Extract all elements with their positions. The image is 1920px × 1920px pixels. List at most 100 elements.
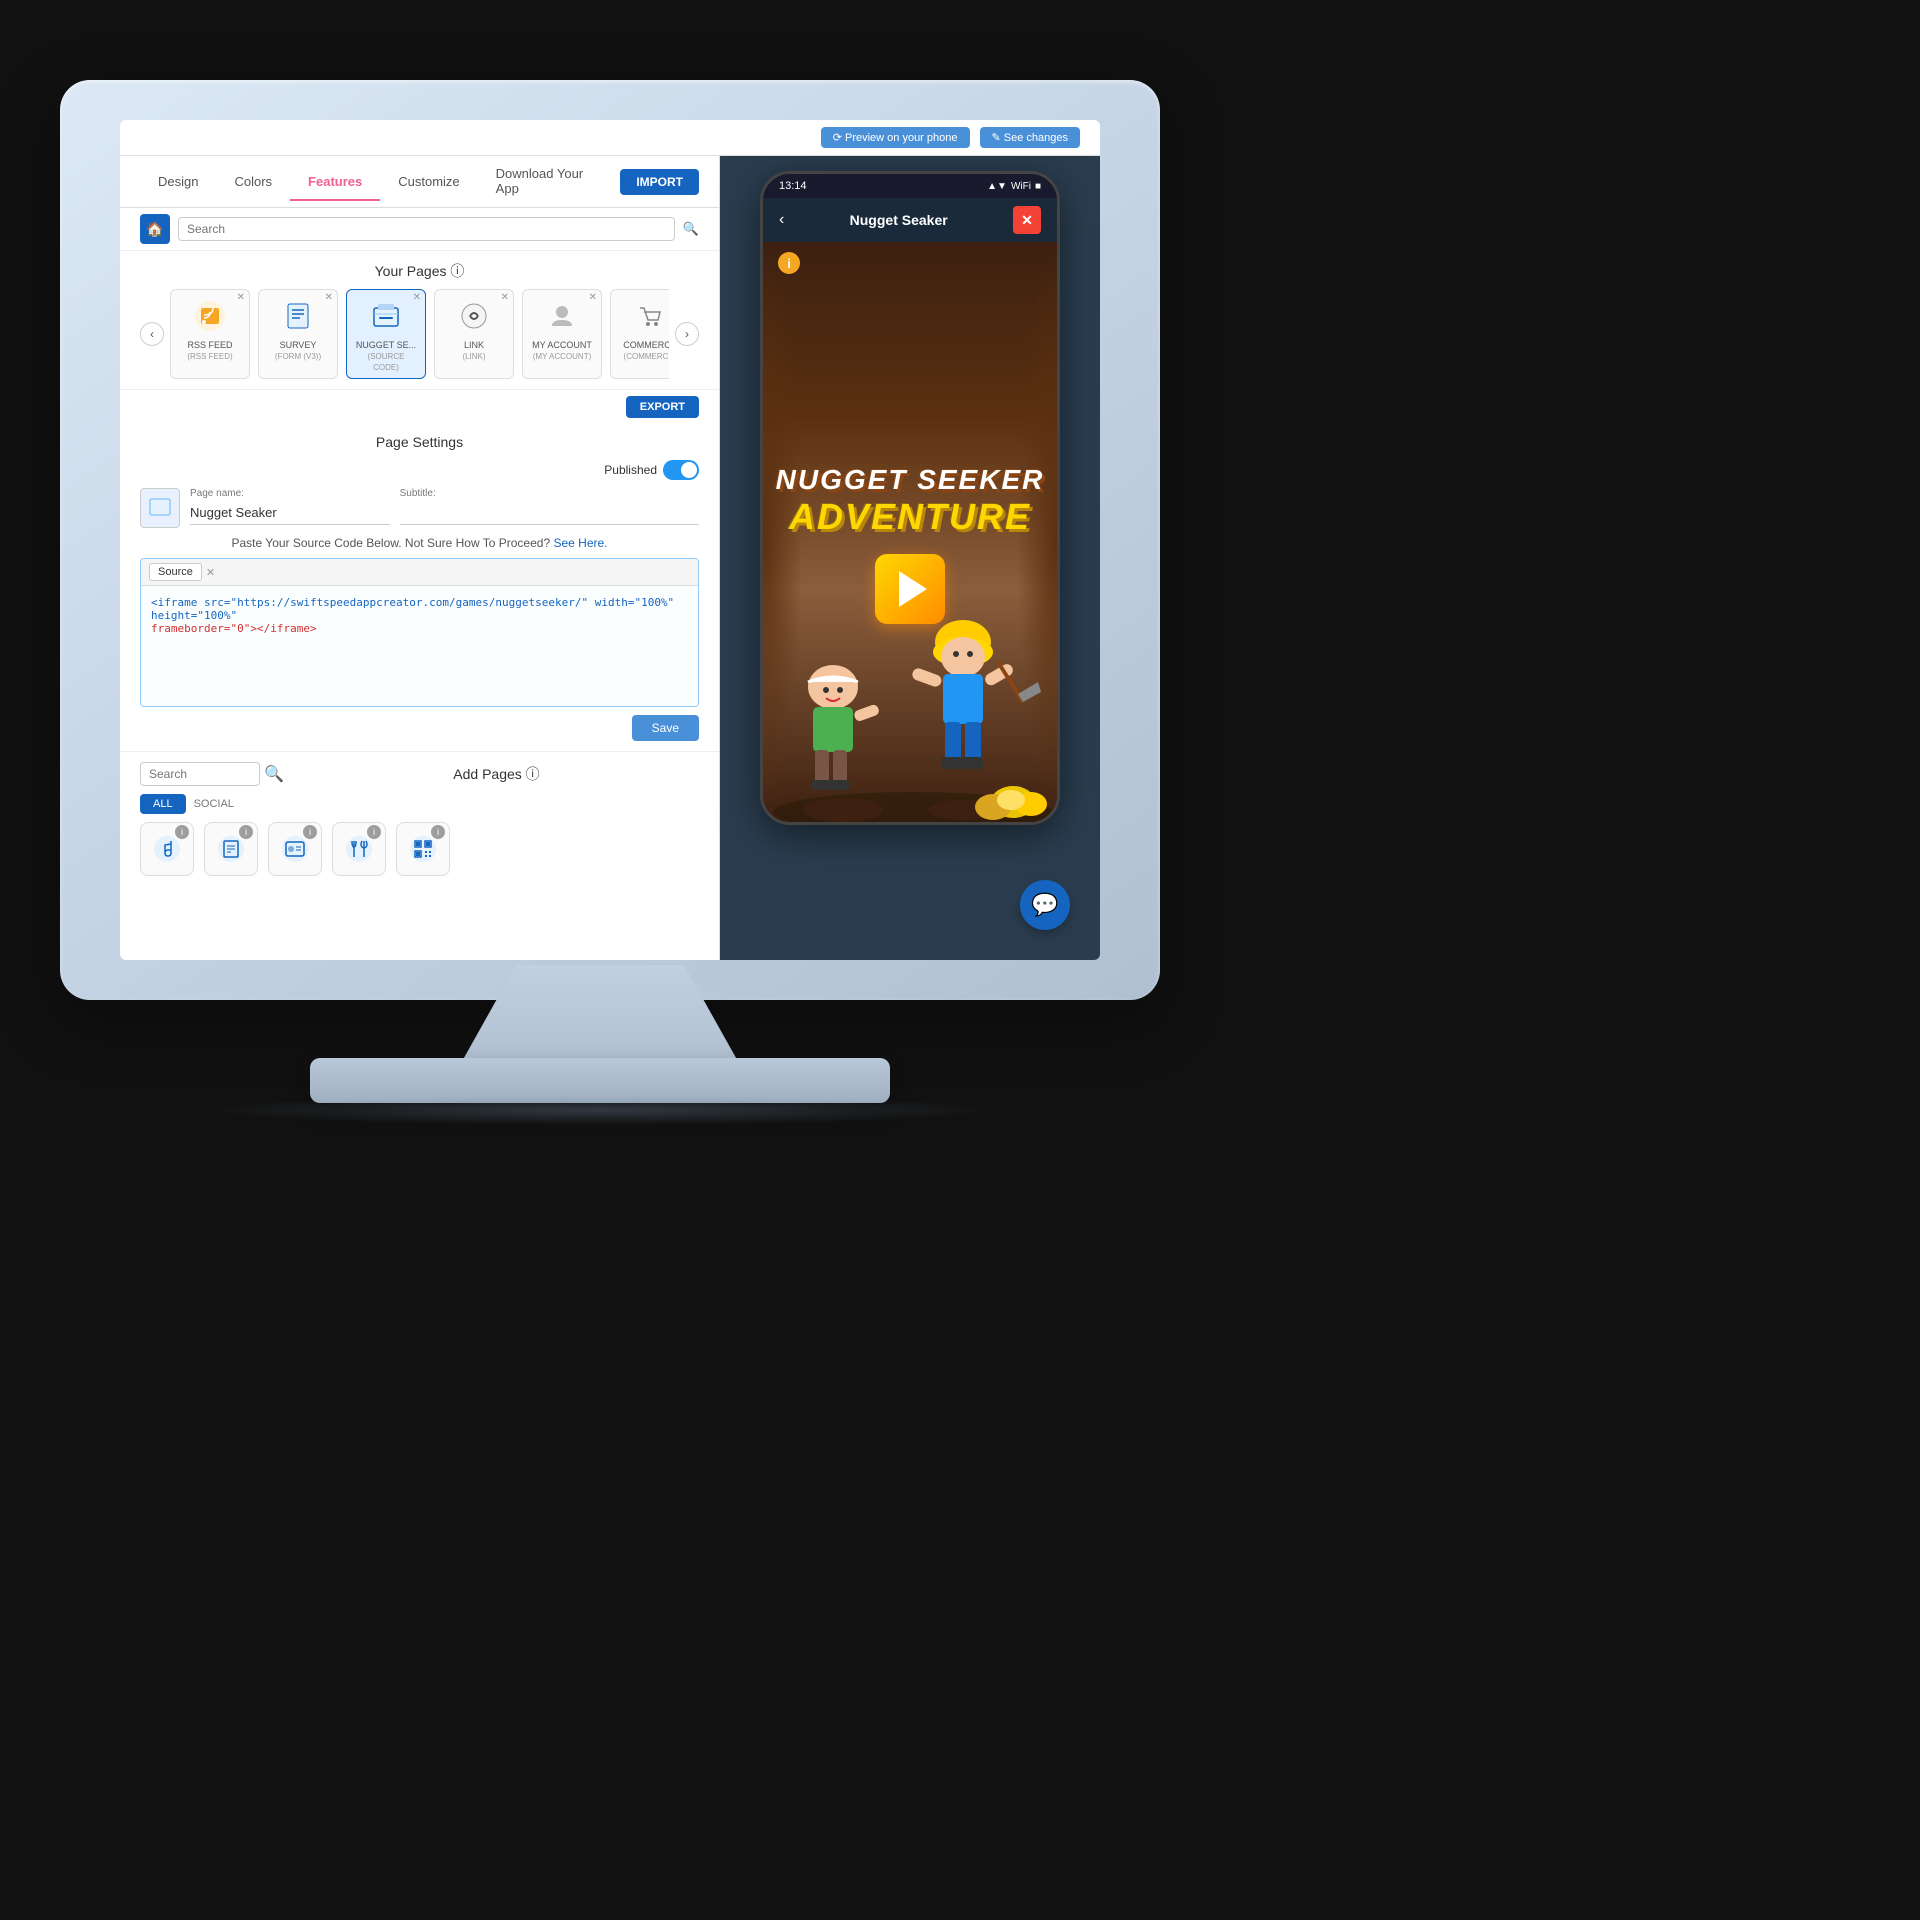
add-page-qr[interactable]: i — [396, 822, 450, 876]
source-tab[interactable]: Source — [149, 563, 202, 581]
filter-social-label: SOCIAL — [194, 798, 234, 810]
save-row: Save — [140, 715, 699, 741]
phone-game-area: i NUGGET SEEKER ADVENTURE — [763, 242, 1057, 822]
nav-tabs: Design Colors Features Customize Downloa… — [120, 156, 719, 208]
home-icon[interactable]: 🏠 — [140, 214, 170, 244]
page-name-input[interactable] — [190, 501, 390, 525]
add-page-music[interactable]: i — [140, 822, 194, 876]
add-pages-grid: i i — [140, 822, 699, 876]
filter-tabs: ALL SOCIAL — [140, 794, 699, 814]
page-close-link[interactable]: ✕ — [501, 292, 509, 303]
published-toggle[interactable] — [663, 460, 699, 480]
add-page-contact[interactable]: i — [268, 822, 322, 876]
page-item-account[interactable]: ✕ MY ACCOUNT(MY ACCOUNT) — [522, 289, 602, 379]
page-label-rss: RSS FEED(RSS FEED) — [187, 340, 232, 362]
game-info-icon: i — [778, 252, 800, 274]
add-pages-header: 🔍 Add Pages ⓘ — [140, 762, 699, 786]
phone-status-bar: 13:14 ▲▼ WiFi ■ — [763, 174, 1057, 198]
page-item-survey[interactable]: ✕ SURVEY(FORM (V3)) — [258, 289, 338, 379]
pages-carousel: ‹ ✕ RSS FEED(RSS FEED) — [140, 289, 699, 379]
signal-icon: ▲▼ — [987, 181, 1007, 192]
see-changes-button[interactable]: ✎ See changes — [980, 127, 1081, 148]
info-circle-icon[interactable]: i — [778, 252, 800, 274]
tab-colors[interactable]: Colors — [216, 164, 290, 201]
survey-icon — [278, 296, 318, 336]
page-close-nugget[interactable]: ✕ — [413, 292, 421, 303]
info-icon-contact: i — [303, 825, 317, 839]
see-here-link[interactable]: See Here. — [553, 536, 607, 550]
add-pages-title: Add Pages ⓘ — [294, 764, 699, 784]
import-button[interactable]: IMPORT — [620, 169, 699, 195]
save-button[interactable]: Save — [632, 715, 699, 741]
add-pages-search-wrap: 🔍 — [140, 762, 284, 786]
phone-close-button[interactable]: ✕ — [1013, 206, 1041, 234]
add-pages-search[interactable] — [140, 762, 260, 786]
info-icon-music: i — [175, 825, 189, 839]
game-characters — [763, 562, 1057, 822]
link-page-icon — [454, 296, 494, 336]
add-search-icon: 🔍 — [264, 764, 284, 784]
page-close-account[interactable]: ✕ — [589, 292, 597, 303]
carousel-prev[interactable]: ‹ — [140, 322, 164, 346]
tab-design[interactable]: Design — [140, 164, 216, 201]
phone-preview-panel: 13:14 ▲▼ WiFi ■ ‹ Nugget Seaker — [720, 156, 1100, 960]
editor-toolbar: Source ✕ — [141, 559, 698, 586]
page-name-field: Page name: — [190, 488, 390, 525]
music-page-icon: i — [140, 822, 194, 876]
page-settings-title: Page Settings — [140, 434, 699, 450]
carousel-next[interactable]: › — [675, 322, 699, 346]
chat-bubble-button[interactable]: 💬 — [1020, 880, 1070, 930]
page-close-rss[interactable]: ✕ — [237, 292, 245, 303]
pages-list: ✕ RSS FEED(RSS FEED) ✕ — [170, 289, 669, 379]
tab-download[interactable]: Download Your App — [478, 156, 621, 208]
monitor-body: ⟳ Preview on your phone ✎ See changes De… — [60, 80, 1160, 1000]
phone-back-button[interactable]: ‹ — [779, 211, 784, 229]
page-label-account: MY ACCOUNT(MY ACCOUNT) — [532, 340, 592, 362]
filter-all-btn[interactable]: ALL — [140, 794, 186, 814]
page-name-label: Page name: — [190, 488, 390, 499]
your-pages-title: Your Pages ⓘ — [140, 261, 699, 281]
page-form-row: Page name: Subtitle: — [140, 488, 699, 528]
page-settings: Page Settings Published — [120, 424, 719, 751]
cms-panel: Design Colors Features Customize Downloa… — [120, 156, 720, 960]
your-pages-section: Your Pages ⓘ ‹ ✕ — [120, 251, 719, 390]
qr-page-icon: i — [396, 822, 450, 876]
export-row: EXPORT — [120, 390, 719, 424]
page-label-commerce: COMMERCE(COMMERCE) — [623, 340, 669, 362]
info-icon-restaurant: i — [367, 825, 381, 839]
page-label-nugget: NUGGET SE...(SOURCE CODE) — [355, 340, 417, 372]
page-item-commerce[interactable]: ✕ COMMERCE(COMMERCE) — [610, 289, 669, 379]
info-icon-qr: i — [431, 825, 445, 839]
add-pages-section: 🔍 Add Pages ⓘ ALL SOCIAL — [120, 751, 719, 886]
page-item-rss[interactable]: ✕ RSS FEED(RSS FEED) — [170, 289, 250, 379]
page-icon-box — [140, 488, 180, 528]
rss-icon — [190, 296, 230, 336]
published-label: Published — [604, 463, 657, 477]
add-page-restaurant[interactable]: i — [332, 822, 386, 876]
top-bar: ⟳ Preview on your phone ✎ See changes — [120, 120, 1100, 156]
tab-customize[interactable]: Customize — [380, 164, 477, 201]
form-page-icon: i — [204, 822, 258, 876]
subtitle-input[interactable] — [400, 501, 699, 525]
editor-close-icon[interactable]: ✕ — [206, 566, 215, 579]
search-input[interactable] — [178, 217, 675, 241]
page-item-nugget[interactable]: ✕ NUGGET SE...(SOURCE CODE) — [346, 289, 426, 379]
add-page-form[interactable]: i — [204, 822, 258, 876]
preview-phone-button[interactable]: ⟳ Preview on your phone — [821, 127, 970, 148]
game-title-area: NUGGET SEEKER ADVENTURE — [776, 464, 1045, 538]
tab-features[interactable]: Features — [290, 164, 380, 201]
page-close-survey[interactable]: ✕ — [325, 292, 333, 303]
commerce-icon — [630, 296, 669, 336]
source-code-display[interactable]: <iframe src="https://swiftspeedappcreato… — [141, 586, 698, 706]
restaurant-page-icon: i — [332, 822, 386, 876]
game-title-top: NUGGET SEEKER — [776, 464, 1045, 496]
wifi-icon: WiFi — [1011, 181, 1031, 192]
page-label-survey: SURVEY(FORM (V3)) — [275, 340, 321, 362]
export-button[interactable]: EXPORT — [626, 396, 699, 418]
subtitle-field: Subtitle: — [400, 488, 699, 525]
toggle-knob — [681, 462, 697, 478]
phone-time: 13:14 — [779, 180, 807, 192]
page-item-link[interactable]: ✕ LINK(LINK) — [434, 289, 514, 379]
published-row: Published — [140, 460, 699, 480]
nugget-icon — [366, 296, 406, 336]
